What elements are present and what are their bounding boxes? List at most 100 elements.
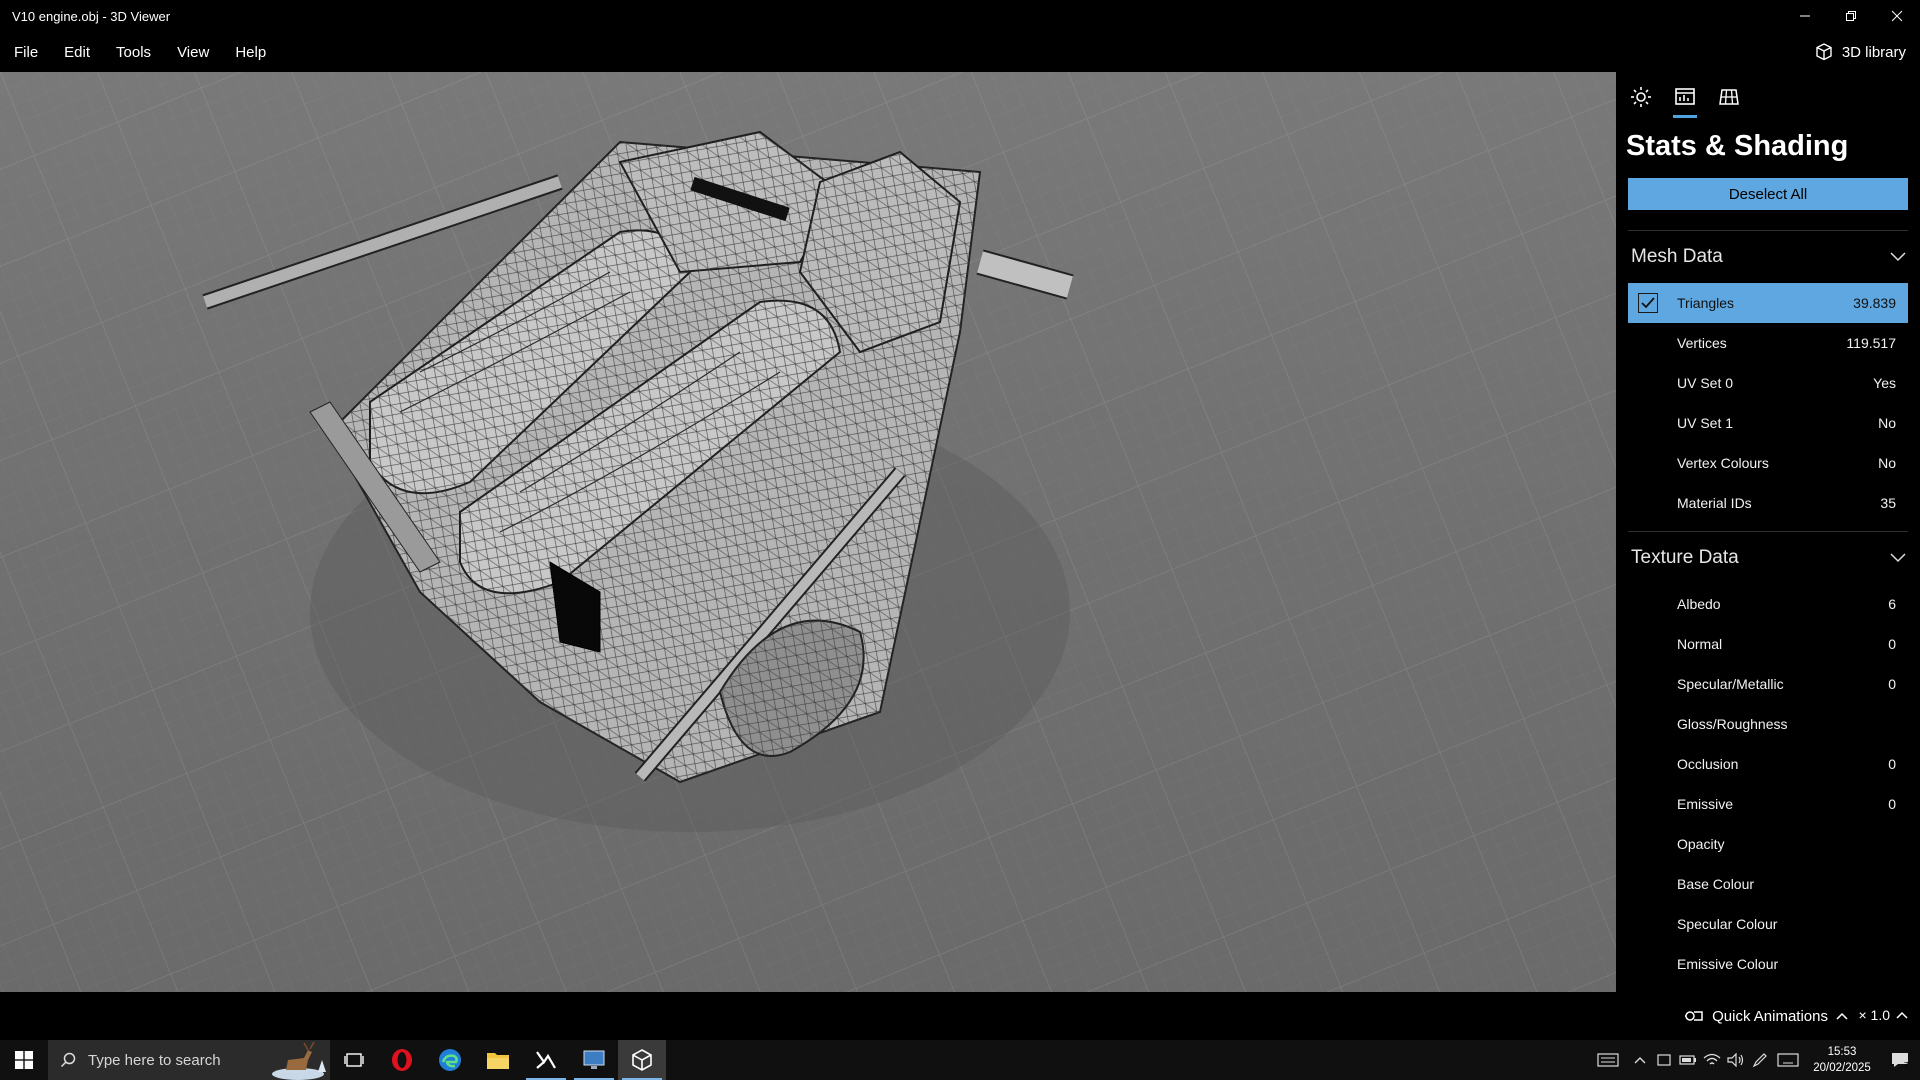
taskbar-3d-viewer[interactable] <box>618 1040 666 1080</box>
mesh-row-material-ids[interactable]: Material IDs 35 <box>1628 483 1908 523</box>
row-value: 35 <box>1880 495 1896 511</box>
3d-viewport[interactable] <box>0 72 1616 992</box>
texture-row-albedo[interactable]: Albedo 6 <box>1628 584 1908 624</box>
windows-logo-icon <box>15 1051 33 1069</box>
keyboard-icon <box>1597 1053 1619 1067</box>
system-tray: 15:53 20/02/2025 7 <box>1588 1040 1920 1080</box>
menu-tools[interactable]: Tools <box>104 44 163 61</box>
mesh-data-header[interactable]: Mesh Data <box>1616 231 1920 283</box>
wifi-button[interactable] <box>1700 1040 1724 1080</box>
texture-row-emissive[interactable]: Emissive 0 <box>1628 784 1908 824</box>
quick-animations-button[interactable]: Quick Animations <box>1684 1007 1848 1025</box>
restore-button[interactable] <box>1828 0 1874 32</box>
row-label: Triangles <box>1677 295 1735 311</box>
svg-text:7: 7 <box>1904 1061 1909 1069</box>
task-view-button[interactable] <box>330 1040 378 1080</box>
triangles-checkbox[interactable] <box>1638 293 1658 313</box>
3d-library-button[interactable]: 3D library <box>1814 42 1920 62</box>
quick-animations-label: Quick Animations <box>1712 1007 1828 1025</box>
minimize-button[interactable] <box>1782 0 1828 32</box>
title-bar: V10 engine.obj - 3D Viewer <box>0 0 1920 32</box>
stats-icon <box>1675 88 1695 105</box>
row-value: No <box>1878 415 1896 431</box>
window-title: V10 engine.obj - 3D Viewer <box>12 8 171 24</box>
menu-file[interactable]: File <box>2 44 50 61</box>
texture-row-specular-colour[interactable]: Specular Colour <box>1628 904 1908 944</box>
mesh-row-vertex-colours[interactable]: Vertex Colours No <box>1628 443 1908 483</box>
playback-speed[interactable]: × 1.0 <box>1858 1007 1908 1023</box>
mesh-row-triangles[interactable]: Triangles 39.839 <box>1628 283 1908 323</box>
texture-row-specular-metallic[interactable]: Specular/Metallic 0 <box>1628 664 1908 704</box>
model-canvas <box>0 72 1616 992</box>
search-icon <box>48 1052 88 1068</box>
tab-lighting[interactable] <box>1626 86 1656 118</box>
chevron-up-icon <box>1836 1012 1848 1020</box>
row-value: 119.517 <box>1846 335 1896 351</box>
row-label: Base Colour <box>1677 876 1755 892</box>
notification-icon: 7 <box>1892 1053 1909 1069</box>
touch-keyboard-icon <box>1777 1053 1799 1067</box>
texture-row-base-colour[interactable]: Base Colour <box>1628 864 1908 904</box>
texture-row-gloss-roughness[interactable]: Gloss/Roughness <box>1628 704 1908 744</box>
3d-library-label: 3D library <box>1841 43 1906 61</box>
chevron-down-icon <box>1890 553 1906 563</box>
sun-icon <box>1631 87 1651 107</box>
menu-help[interactable]: Help <box>223 44 278 61</box>
speaker-icon <box>1727 1053 1744 1067</box>
row-label: Vertices <box>1677 335 1727 351</box>
minimize-icon <box>1800 15 1810 17</box>
taskbar-app-bird[interactable] <box>522 1040 570 1080</box>
row-label: Opacity <box>1677 836 1725 852</box>
task-view-icon <box>344 1053 364 1067</box>
taskbar-search[interactable]: Type here to search <box>48 1040 330 1080</box>
close-icon <box>1891 10 1903 22</box>
notification-center-button[interactable]: 7 <box>1880 1051 1920 1069</box>
start-button[interactable] <box>0 1040 48 1080</box>
taskbar-edge[interactable] <box>426 1040 474 1080</box>
texture-row-opacity[interactable]: Opacity <box>1628 824 1908 864</box>
tab-grid[interactable] <box>1714 86 1744 118</box>
deselect-all-button[interactable]: Deselect All <box>1628 178 1908 210</box>
tray-app[interactable] <box>1652 1040 1676 1080</box>
mesh-row-vertices[interactable]: Vertices 119.517 <box>1628 323 1908 363</box>
mesh-row-uv-set-0[interactable]: UV Set 0 Yes <box>1628 363 1908 403</box>
row-label: Emissive <box>1677 796 1734 812</box>
menu-edit[interactable]: Edit <box>52 44 102 61</box>
tab-stats[interactable] <box>1670 86 1700 118</box>
row-value: 39.839 <box>1853 295 1896 311</box>
touch-keyboard-button[interactable] <box>1772 1040 1804 1080</box>
texture-data-label: Texture Data <box>1631 547 1739 568</box>
clock[interactable]: 15:53 20/02/2025 <box>1804 1044 1880 1076</box>
battery-button[interactable] <box>1676 1040 1700 1080</box>
volume-button[interactable] <box>1724 1040 1748 1080</box>
cube-icon <box>1816 43 1832 61</box>
taskbar-app-remote[interactable] <box>570 1040 618 1080</box>
texture-data-header[interactable]: Texture Data <box>1616 532 1920 584</box>
clock-time: 15:53 <box>1827 1046 1857 1058</box>
taskbar-file-explorer[interactable] <box>474 1040 522 1080</box>
close-button[interactable] <box>1874 0 1920 32</box>
row-value: Yes <box>1873 375 1896 391</box>
animation-icon <box>1685 1011 1703 1021</box>
pen-icon <box>1752 1053 1767 1068</box>
edge-icon <box>439 1049 461 1071</box>
taskbar-opera[interactable] <box>378 1040 426 1080</box>
pen-button[interactable] <box>1748 1040 1772 1080</box>
row-label: Vertex Colours <box>1677 455 1769 471</box>
row-label: Gloss/Roughness <box>1677 716 1788 732</box>
status-bar: Quick Animations × 1.0 <box>0 992 1920 1040</box>
menu-view[interactable]: View <box>165 44 221 61</box>
restore-icon <box>1846 11 1856 21</box>
show-hidden-icons-button[interactable] <box>1628 1040 1652 1080</box>
windows-taskbar: Type here to search 15:53 20/02/2025 7 <box>0 1040 1920 1080</box>
texture-row-occlusion[interactable]: Occlusion 0 <box>1628 744 1908 784</box>
remote-desktop-icon <box>583 1050 605 1069</box>
row-label: Occlusion <box>1677 756 1739 772</box>
texture-row-emissive-colour[interactable]: Emissive Colour <box>1628 944 1908 984</box>
mesh-row-uv-set-1[interactable]: UV Set 1 No <box>1628 403 1908 443</box>
texture-row-normal[interactable]: Normal 0 <box>1628 624 1908 664</box>
row-value: 0 <box>1888 636 1896 652</box>
panel-tabs <box>1616 72 1920 122</box>
keyboard-layout-button[interactable] <box>1588 1040 1628 1080</box>
clock-date: 20/02/2025 <box>1813 1062 1871 1074</box>
